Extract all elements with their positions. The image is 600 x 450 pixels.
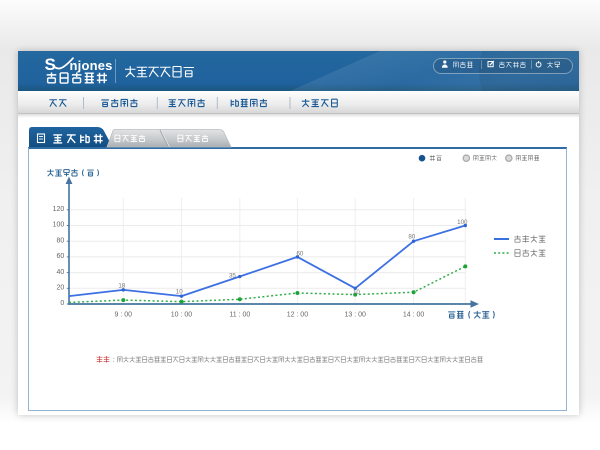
svg-text:100: 100 (53, 222, 65, 229)
svg-text:100: 100 (457, 219, 468, 226)
svg-text:120: 120 (53, 206, 65, 213)
svg-text:14 : 00: 14 : 00 (403, 312, 425, 319)
svg-text:11 : 00: 11 : 00 (229, 312, 250, 319)
svg-text:80: 80 (57, 237, 65, 244)
svg-text:0: 0 (60, 300, 64, 307)
svg-text:10: 10 (176, 288, 183, 295)
svg-text:10: 10 (353, 289, 360, 296)
svg-text:12 : 00: 12 : 00 (287, 312, 309, 319)
svg-text:35: 35 (229, 273, 236, 280)
svg-text:20: 20 (57, 285, 65, 292)
svg-text:80: 80 (408, 234, 415, 241)
svg-text:9 : 00: 9 : 00 (115, 312, 133, 319)
svg-text:10 : 00: 10 : 00 (171, 312, 193, 319)
svg-text:18: 18 (118, 282, 125, 289)
svg-text:S: S (45, 55, 56, 74)
svg-text:13 : 00: 13 : 00 (344, 312, 366, 319)
svg-text:60: 60 (296, 250, 303, 257)
svg-text:40: 40 (57, 269, 65, 276)
svg-text:njones: njones (70, 58, 113, 73)
svg-text:60: 60 (57, 253, 65, 260)
